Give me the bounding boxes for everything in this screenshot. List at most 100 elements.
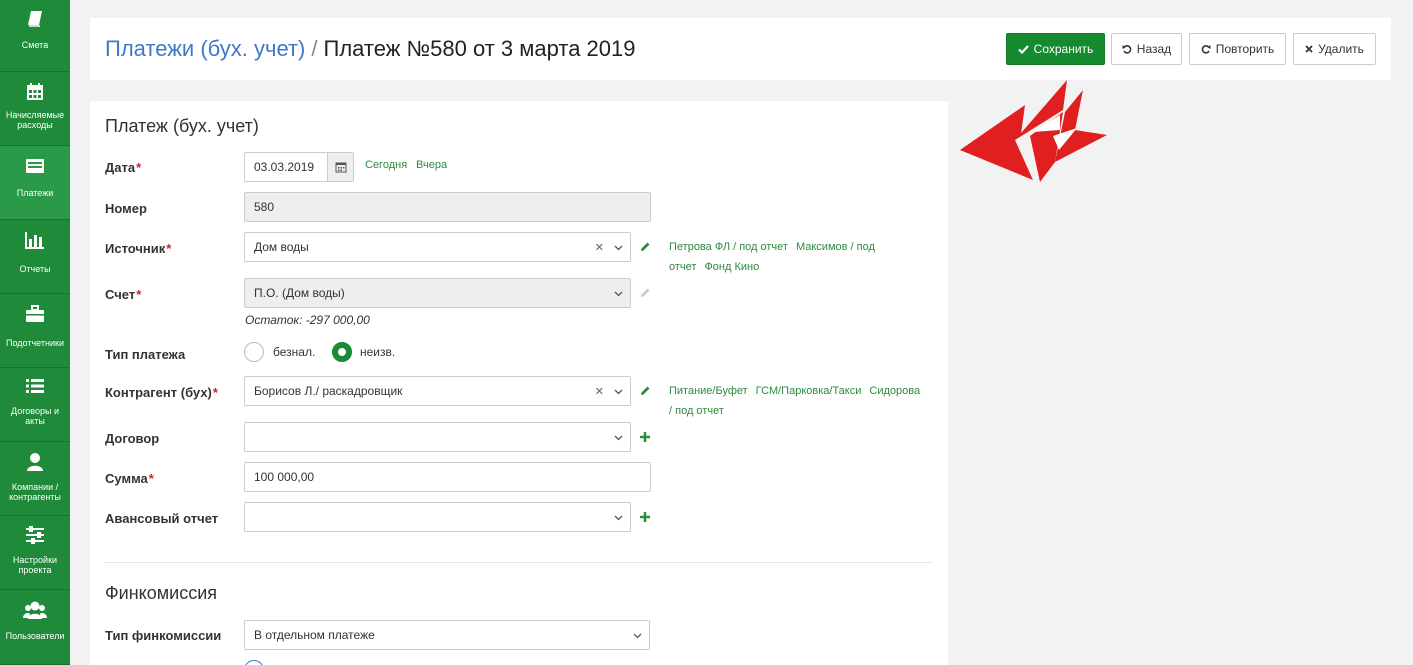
breadcrumb-link-payments[interactable]: Платежи (бух. учет) (105, 36, 305, 61)
counterparty-hint[interactable]: Питание/Буфет (669, 385, 748, 397)
sidebar-item-reports[interactable]: Отчеты (0, 220, 70, 294)
source-hint[interactable]: отчет (669, 261, 696, 273)
sliders-icon (26, 526, 44, 544)
counterparty-hints: Питание/Буфет ГСМ/Парковка/Такси Сидорова … (669, 381, 939, 421)
chevron-down-icon (614, 512, 623, 524)
edit-pencil-icon[interactable] (639, 241, 651, 253)
page-title: Платеж №580 от 3 марта 2019 (323, 36, 636, 61)
edit-pencil-icon[interactable] (639, 385, 651, 397)
sidebar: Смета Начисляемые расходы Платежи Отчеты… (0, 0, 70, 665)
counterparty-hint[interactable]: Сидорова (869, 385, 920, 397)
sidebar-item-label: Подотчетники (6, 338, 64, 348)
briefcase-icon (26, 305, 44, 322)
chevron-arrow-icon (960, 80, 1107, 182)
date-field[interactable]: 03.03.2019 (244, 152, 354, 182)
number-label: Номер (105, 201, 147, 216)
today-link[interactable]: Сегодня (365, 159, 407, 171)
source-value: Дом воды (254, 240, 309, 254)
clear-icon[interactable]: ✕ (595, 385, 604, 398)
redo-icon (1201, 45, 1211, 54)
user-icon (27, 453, 43, 471)
chevron-down-icon (614, 386, 623, 398)
delete-button[interactable]: Удалить (1293, 33, 1376, 65)
calendar-icon (335, 162, 346, 173)
account-value: П.О. (Дом воды) (254, 286, 345, 300)
sidebar-item-label: Настройки проекта (12, 555, 58, 575)
counterparty-select[interactable]: Борисов Л./ раскадровщик ✕ (244, 376, 631, 406)
sidebar-item-contracts[interactable]: Договоры и акты (0, 368, 70, 442)
advance-report-select[interactable] (244, 502, 631, 532)
list-icon (26, 379, 44, 393)
sidebar-item-accountables[interactable]: Подотчетники (0, 294, 70, 368)
payment-form-card: Платеж (бух. учет) Дата* 03.03.2019 Сего… (90, 101, 948, 665)
check-icon (1017, 44, 1029, 54)
add-advance-report-icon[interactable] (639, 511, 651, 523)
source-hint[interactable]: Максимов / под (796, 241, 875, 253)
save-button-label: Сохранить (1033, 42, 1094, 56)
source-label: Источник* (105, 241, 172, 256)
sidebar-item-label: Компании / контрагенты (9, 482, 61, 502)
paytype-radio-unknown[interactable] (332, 342, 352, 362)
fincommission-type-label: Тип финкомиссии (105, 628, 222, 643)
sidebar-item-payments[interactable]: Платежи (0, 146, 70, 220)
sidebar-item-estimate[interactable]: Смета (0, 0, 70, 72)
chevron-down-icon (614, 288, 623, 300)
users-icon (23, 601, 47, 619)
source-select[interactable]: Дом воды ✕ (244, 232, 631, 262)
book-icon (28, 11, 42, 27)
add-contract-icon[interactable] (639, 431, 651, 443)
contract-label: Договор (105, 431, 160, 446)
counterparty-value: Борисов Л./ раскадровщик (254, 384, 403, 398)
chevron-down-icon (614, 242, 623, 254)
back-button[interactable]: Назад (1111, 33, 1182, 65)
sum-label: Сумма* (105, 471, 154, 486)
number-field: 580 (244, 192, 651, 222)
edit-pencil-icon (641, 288, 650, 297)
fincommission-type-select[interactable]: В отдельном платеже (244, 620, 650, 650)
sidebar-item-label: Платежи (16, 188, 54, 198)
number-value: 580 (254, 200, 275, 214)
section-divider (105, 562, 933, 563)
sidebar-item-companies[interactable]: Компании / контрагенты (0, 442, 70, 516)
calendar-button[interactable] (327, 153, 353, 181)
paytype-radio-cashless[interactable] (244, 342, 264, 362)
counterparty-hint[interactable]: / под отчет (669, 405, 724, 417)
bar-chart-icon (25, 232, 44, 249)
sidebar-item-label: Отчеты (19, 264, 51, 274)
counterparty-label: Контрагент (бух)* (105, 385, 218, 400)
source-hint[interactable]: Фонд Кино (704, 261, 759, 273)
calendar-icon (27, 83, 43, 100)
sidebar-item-label: Договоры и акты (11, 406, 59, 426)
clear-icon[interactable]: ✕ (595, 241, 604, 254)
repeat-button[interactable]: Повторить (1189, 33, 1286, 65)
sidebar-item-label: Смета (21, 40, 49, 50)
contract-select[interactable] (244, 422, 631, 452)
sidebar-item-project-settings[interactable]: Настройки проекта (0, 516, 70, 590)
chevron-down-icon (614, 432, 623, 444)
form-title: Платеж (бух. учет) (105, 116, 259, 136)
sum-input[interactable]: 100 000,00 (244, 462, 651, 492)
account-select[interactable]: П.О. (Дом воды) (244, 278, 631, 308)
paytype-option-label: безнал. (273, 345, 316, 359)
repeat-button-label: Повторить (1215, 42, 1275, 56)
fincommission-type-value: В отдельном платеже (254, 628, 375, 642)
sidebar-item-accrued-expenses[interactable]: Начисляемые расходы (0, 72, 70, 146)
chevron-down-icon (633, 630, 642, 642)
save-button[interactable]: Сохранить (1006, 33, 1105, 65)
sidebar-item-users[interactable]: Пользователи (0, 590, 70, 665)
source-hint[interactable]: Петрова ФЛ / под отчет (669, 241, 788, 253)
date-label: Дата* (105, 160, 142, 175)
page-header: Платежи (бух. учет) / Платеж №580 от 3 мар… (90, 18, 1391, 80)
source-hints: Петрова ФЛ / под отчет Максимов / под отч… (669, 237, 909, 277)
fincommission-radio[interactable] (244, 660, 264, 665)
breadcrumb: Платежи (бух. учет) / Платеж №580 от 3 мар… (105, 35, 636, 63)
breadcrumb-separator: / (311, 36, 318, 61)
yesterday-link[interactable]: Вчера (416, 159, 447, 171)
advance-report-label: Авансовый отчет (105, 511, 219, 526)
payments-icon (26, 159, 44, 173)
sidebar-item-label: Начисляемые расходы (5, 110, 65, 130)
counterparty-hint[interactable]: ГСМ/Парковка/Такси (756, 385, 862, 397)
sum-value: 100 000,00 (254, 470, 315, 484)
paytype-option-label: неизв. (360, 345, 396, 359)
close-icon (1305, 45, 1313, 53)
